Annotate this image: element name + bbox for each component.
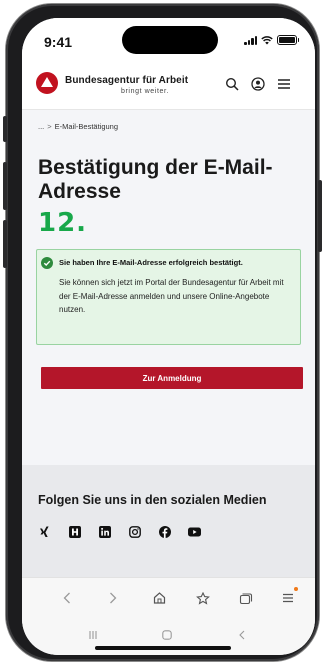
step-label: 12.	[38, 208, 88, 238]
linkedin-icon[interactable]	[98, 525, 111, 538]
menu-icon[interactable]	[274, 74, 294, 94]
youtube-icon[interactable]	[188, 525, 201, 538]
kununu-icon[interactable]	[68, 525, 81, 538]
brand-tagline: bringt weiter.	[121, 88, 170, 95]
system-back-icon[interactable]	[234, 627, 250, 643]
browser-menu-icon[interactable]	[280, 590, 296, 606]
notification-dot	[294, 587, 298, 591]
cellular-signal-icon	[244, 35, 257, 45]
instagram-icon[interactable]	[128, 525, 141, 538]
ba-logo-icon[interactable]	[36, 72, 58, 94]
brand-name: Bundesagentur für Arbeit	[65, 75, 189, 86]
forward-icon[interactable]	[105, 590, 121, 606]
breadcrumb-separator: >	[47, 122, 52, 131]
volume-down-button	[3, 220, 7, 268]
check-circle-icon	[41, 257, 53, 269]
search-icon[interactable]	[222, 74, 242, 94]
account-icon[interactable]	[248, 74, 268, 94]
success-alert: Sie haben Ihre E-Mail-Adresse erfolgreic…	[36, 249, 301, 345]
back-icon[interactable]	[59, 590, 75, 606]
facebook-icon[interactable]	[158, 525, 171, 538]
xing-icon[interactable]	[38, 525, 51, 538]
social-section: Folgen Sie uns in den sozialen Medien	[22, 465, 315, 577]
bookmark-star-icon[interactable]	[195, 590, 211, 606]
main-content: ... > E-Mail-Bestätigung Bestätigung der E…	[22, 110, 315, 465]
recent-apps-icon[interactable]	[85, 627, 101, 643]
status-bar: 9:41	[22, 18, 315, 62]
login-button[interactable]: Zur Anmeldung	[41, 367, 303, 389]
volume-up-button	[3, 162, 7, 210]
phone-frame: 9:41 Bundesagentur für Arbeit bringt wei…	[3, 4, 322, 661]
system-home-icon[interactable]	[159, 627, 175, 643]
tabs-icon[interactable]	[238, 590, 254, 606]
breadcrumb-ellipsis[interactable]: ...	[38, 122, 44, 131]
home-indicator[interactable]	[95, 646, 231, 650]
alert-body: Sie können sich jetzt im Portal der Bund…	[59, 278, 284, 314]
social-heading: Folgen Sie uns in den sozialen Medien	[38, 493, 267, 507]
page-title: Bestätigung der E-Mail-Adresse	[38, 156, 273, 203]
breadcrumb: ... > E-Mail-Bestätigung	[38, 122, 118, 131]
power-button	[318, 180, 322, 252]
dynamic-island	[122, 26, 218, 54]
browser-toolbar	[22, 577, 315, 655]
home-icon[interactable]	[151, 590, 167, 606]
system-icons	[244, 35, 299, 45]
alert-heading: Sie haben Ihre E-Mail-Adresse erfolgreic…	[59, 258, 243, 267]
brand[interactable]: Bundesagentur für Arbeit bringt weiter.	[65, 75, 189, 95]
battery-icon	[277, 35, 299, 45]
screen: 9:41 Bundesagentur für Arbeit bringt wei…	[22, 18, 315, 655]
site-header: Bundesagentur für Arbeit bringt weiter.	[22, 62, 315, 110]
breadcrumb-current: E-Mail-Bestätigung	[54, 122, 119, 131]
mute-switch	[3, 116, 7, 142]
social-icons	[38, 525, 201, 538]
status-time: 9:41	[44, 34, 73, 50]
wifi-icon	[261, 36, 273, 45]
